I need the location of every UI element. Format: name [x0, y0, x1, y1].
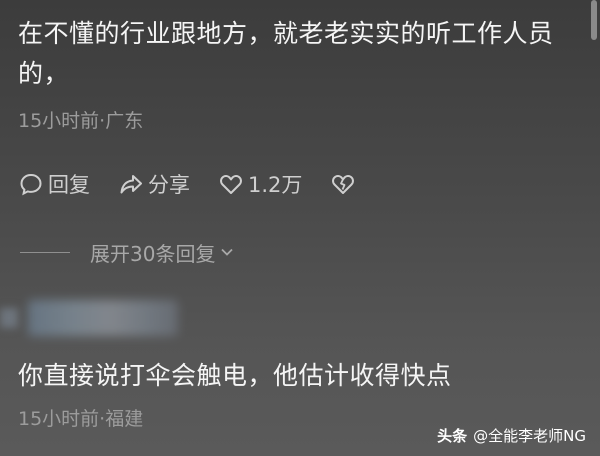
blurred-username[interactable]: [28, 300, 178, 336]
dislike-button[interactable]: [330, 171, 360, 197]
share-arrow-icon: [120, 175, 142, 194]
comment-text-2: 你直接说打伞会触电，他估计收得快点: [18, 361, 452, 390]
comment-meta-2: 15小时前·福建: [18, 408, 144, 430]
comment-meta: 15小时前·广东: [18, 110, 144, 132]
scrollbar[interactable]: [591, 0, 597, 40]
reply-button[interactable]: 回复: [18, 169, 90, 199]
expand-replies-button[interactable]: 展开30条回复: [20, 237, 235, 267]
divider-line: [20, 251, 70, 253]
reply-label: 回复: [48, 173, 90, 197]
comment-text: 在不懂的行业跟地方，就老老实实的听工作人员的，: [18, 19, 554, 88]
watermark: 头条 @全能李老师NG: [437, 425, 586, 446]
watermark-author: @全能李老师NG: [473, 427, 586, 445]
comment-bubble-icon: [20, 173, 42, 196]
like-count: 1.2万: [248, 173, 303, 197]
like-button[interactable]: 1.2万: [218, 169, 302, 199]
share-button[interactable]: 分享: [118, 169, 190, 199]
comment-actions: 回复 分享 1.2万: [18, 167, 388, 201]
heart-icon: [220, 174, 242, 194]
broken-heart-icon: [332, 174, 355, 194]
watermark-brand: 头条: [437, 427, 468, 445]
avatar[interactable]: [0, 308, 18, 328]
chevron-down-icon: [221, 248, 234, 256]
share-label: 分享: [148, 173, 190, 197]
expand-replies-label: 展开30条回复: [90, 241, 216, 266]
